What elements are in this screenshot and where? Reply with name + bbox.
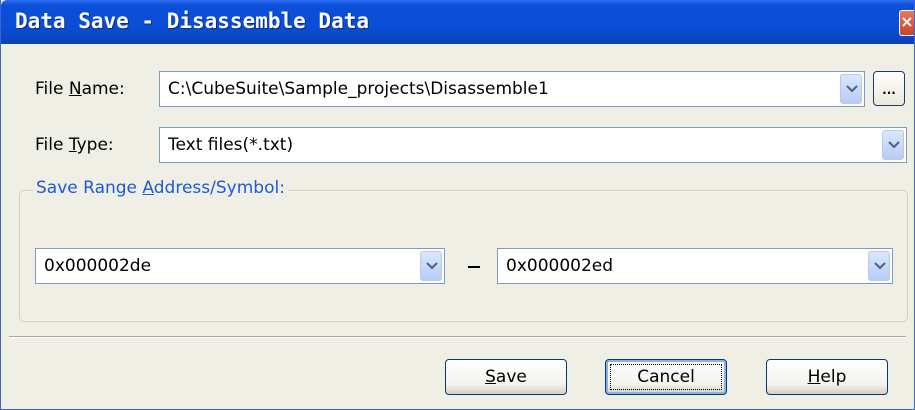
- cancel-button[interactable]: Cancel: [605, 359, 727, 395]
- dialog-title: Data Save - Disassemble Data: [15, 9, 370, 33]
- divider: [9, 336, 906, 338]
- file-type-label: File Type:: [35, 135, 114, 155]
- save-button[interactable]: Save: [445, 359, 567, 395]
- file-name-dropdown-button[interactable]: [840, 74, 862, 104]
- data-save-dialog: Data Save - Disassemble Data × File Name…: [0, 0, 915, 410]
- help-button[interactable]: Help: [766, 359, 888, 395]
- focus-rectangle: [610, 364, 722, 390]
- file-name-label: File Name:: [35, 79, 125, 99]
- range-separator: [468, 266, 480, 268]
- ellipsis-icon: ...: [882, 83, 896, 97]
- chevron-down-icon: [846, 85, 858, 93]
- end-address-combobox[interactable]: 0x000002ed: [497, 248, 893, 284]
- end-address-value: 0x000002ed: [506, 256, 614, 276]
- chevron-down-icon: [426, 262, 438, 270]
- save-range-legend: Save Range Address/Symbol:: [33, 178, 288, 198]
- browse-button[interactable]: ...: [873, 71, 905, 106]
- close-button[interactable]: ×: [899, 10, 914, 36]
- start-address-value: 0x000002de: [44, 256, 152, 276]
- end-address-dropdown-button[interactable]: [868, 251, 890, 281]
- start-address-combobox[interactable]: 0x000002de: [35, 248, 445, 284]
- file-name-value: C:\CubeSuite\Sample_projects\Disassemble…: [168, 79, 549, 99]
- title-bar[interactable]: Data Save - Disassemble Data ×: [1, 0, 914, 44]
- file-type-value: Text files(*.txt): [168, 135, 294, 155]
- file-type-dropdown-button[interactable]: [882, 130, 904, 160]
- file-name-combobox[interactable]: C:\CubeSuite\Sample_projects\Disassemble…: [159, 71, 865, 107]
- chevron-down-icon: [888, 141, 900, 149]
- chevron-down-icon: [874, 262, 886, 270]
- close-icon: ×: [900, 12, 914, 31]
- file-type-select[interactable]: Text files(*.txt): [159, 127, 907, 163]
- start-address-dropdown-button[interactable]: [420, 251, 442, 281]
